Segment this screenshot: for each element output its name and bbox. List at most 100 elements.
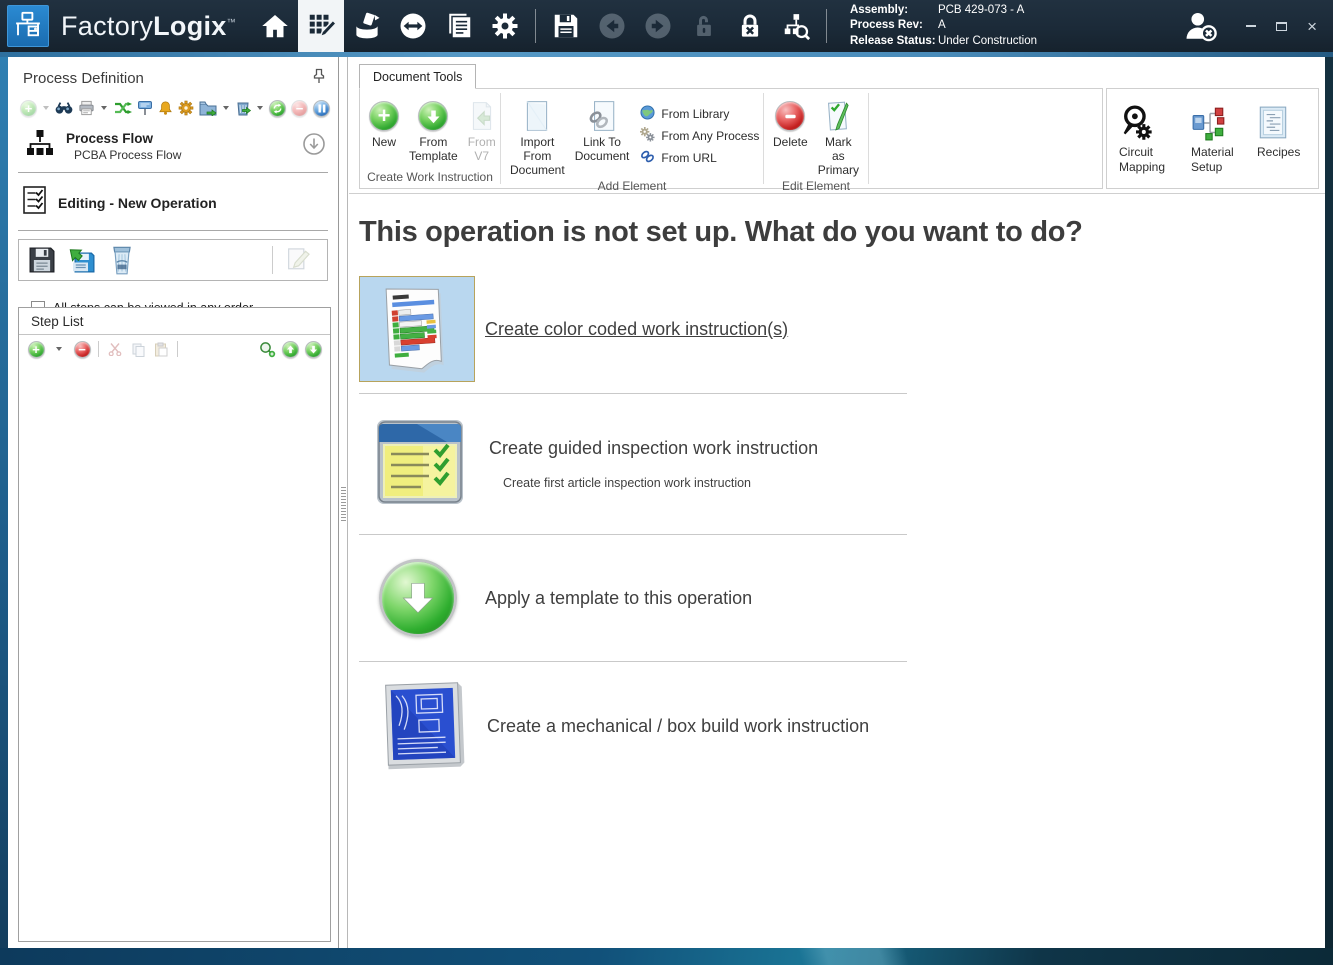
minimize-button[interactable] (1246, 25, 1256, 27)
bell-icon[interactable] (158, 99, 173, 117)
user-logout-icon[interactable] (1180, 6, 1220, 46)
print-icon[interactable] (78, 99, 95, 117)
blueprint-icon[interactable] (379, 678, 465, 775)
editing-toolbar (18, 239, 328, 281)
remove-step-icon[interactable]: − (73, 340, 91, 358)
main-area: Document Tools + New From Template (349, 57, 1325, 948)
window-frame-left (0, 57, 8, 948)
add-step-dropdown-icon[interactable] (50, 340, 68, 358)
option-separator (359, 661, 907, 662)
delete-operation-trash-icon[interactable] (105, 243, 139, 277)
trash-dropdown-icon[interactable] (256, 99, 264, 117)
step-list-title: Step List (19, 308, 330, 335)
page-title: This operation is not set up. What do yo… (359, 216, 1325, 249)
pause-icon[interactable] (313, 99, 330, 117)
expand-down-icon[interactable] (302, 132, 326, 161)
save-and-close-icon[interactable] (65, 243, 99, 277)
from-library-button[interactable]: From Library (640, 105, 759, 123)
group-edit-element: Delete Mark as Primary Edit Element (764, 89, 868, 188)
material-setup-button[interactable]: Material Setup (1179, 89, 1245, 188)
add-dropdown-icon[interactable] (42, 99, 50, 117)
create-guided-inspection-link[interactable]: Create guided inspection work instructio… (489, 438, 818, 459)
move-up-icon[interactable] (281, 340, 299, 358)
from-any-process-button[interactable]: From Any Process (640, 127, 759, 145)
process-engineering-icon[interactable] (298, 0, 344, 52)
create-first-article-link[interactable]: Create first article inspection work ins… (503, 476, 818, 490)
edit-disabled-icon (281, 243, 315, 277)
assembly-value: PCB 429-073 - A (938, 3, 1024, 19)
close-button[interactable]: × (1307, 18, 1317, 35)
new-plus-orb-icon: + (369, 97, 399, 135)
check-pencil-icon (825, 97, 851, 135)
move-down-icon[interactable] (304, 340, 322, 358)
release-status-row: Release Status: Under Construction (850, 34, 1037, 50)
export-folder-icon[interactable] (199, 99, 217, 117)
option-color-coded[interactable]: Create color coded work instruction(s) (359, 275, 1325, 383)
reports-icon[interactable] (436, 0, 482, 52)
settings-gear-icon[interactable] (482, 0, 528, 52)
home-icon[interactable] (252, 0, 298, 52)
new-button[interactable]: + New (364, 94, 404, 168)
template-download-orb-icon (418, 97, 448, 135)
sync-icon[interactable] (390, 0, 436, 52)
create-mechanical-link[interactable]: Create a mechanical / box build work ins… (487, 716, 869, 737)
step-list-panel: Step List + − (18, 307, 331, 942)
save-operation-icon[interactable] (25, 243, 59, 277)
window-frame-right (1325, 57, 1333, 948)
production-icon[interactable] (344, 0, 390, 52)
audit-search-icon[interactable] (773, 0, 819, 52)
add-element-small-buttons: From Library From Any Process (634, 94, 765, 177)
group-add-element: Import From Document Link To Document (501, 89, 763, 188)
copy-icon (129, 340, 147, 358)
document-link-icon (588, 97, 616, 135)
link-to-document-button[interactable]: Link To Document (570, 94, 635, 177)
paste-icon (152, 340, 170, 358)
find-binoculars-icon[interactable] (55, 99, 73, 117)
redo-icon[interactable] (635, 0, 681, 52)
process-flow-icon (26, 129, 54, 164)
option-mechanical-box-build[interactable]: Create a mechanical / box build work ins… (359, 672, 1325, 780)
lock-x-icon[interactable] (727, 0, 773, 52)
export-dropdown-icon[interactable] (222, 99, 230, 117)
from-url-button[interactable]: From URL (640, 149, 759, 167)
import-from-document-button[interactable]: Import From Document (505, 94, 570, 177)
recipes-button[interactable]: Recipes (1245, 89, 1305, 188)
unlock-icon[interactable] (681, 0, 727, 52)
mark-as-primary-button[interactable]: Mark as Primary (813, 94, 864, 177)
signpost-icon[interactable] (137, 99, 153, 117)
toolbar-divider (177, 341, 178, 357)
process-flow-text: Process Flow PCBA Process Flow (66, 131, 302, 162)
gear-icon[interactable] (178, 99, 194, 117)
export-trash-icon[interactable] (235, 99, 251, 117)
option-separator (359, 534, 907, 535)
apply-template-orb-icon[interactable] (379, 559, 457, 637)
print-dropdown-icon[interactable] (100, 99, 108, 117)
pin-icon[interactable] (312, 68, 326, 89)
add-step-icon[interactable]: + (27, 340, 45, 358)
refresh-icon[interactable] (269, 99, 286, 117)
tab-document-tools[interactable]: Document Tools (359, 64, 476, 89)
option-guided-inspection[interactable]: Create guided inspection work instructio… (359, 404, 1325, 524)
step-list-empty-area[interactable] (19, 363, 330, 965)
remove-icon[interactable]: − (291, 99, 308, 117)
process-rev-label: Process Rev: (850, 18, 938, 34)
process-flow-row[interactable]: Process Flow PCBA Process Flow (8, 123, 338, 172)
create-color-coded-link[interactable]: Create color coded work instruction(s) (485, 319, 788, 340)
splitter-grip-icon[interactable] (341, 487, 346, 521)
cut-icon (106, 340, 124, 358)
ribbon-separator (868, 93, 869, 184)
delete-button[interactable]: Delete (768, 94, 813, 177)
option-apply-template[interactable]: Apply a template to this operation (359, 545, 1325, 651)
panel-splitter[interactable] (339, 57, 349, 948)
maximize-button[interactable] (1276, 22, 1287, 31)
guided-inspection-window-icon[interactable] (373, 414, 467, 515)
find-add-icon[interactable] (258, 340, 276, 358)
undo-icon[interactable] (589, 0, 635, 52)
color-coded-sheet-icon[interactable] (359, 276, 475, 382)
shuffle-icon[interactable] (114, 99, 132, 117)
apply-template-link[interactable]: Apply a template to this operation (485, 588, 752, 609)
from-template-button[interactable]: From Template (404, 94, 463, 168)
save-icon[interactable] (543, 0, 589, 52)
add-icon[interactable]: + (20, 99, 37, 117)
circuit-mapping-button[interactable]: Circuit Mapping (1107, 89, 1179, 188)
